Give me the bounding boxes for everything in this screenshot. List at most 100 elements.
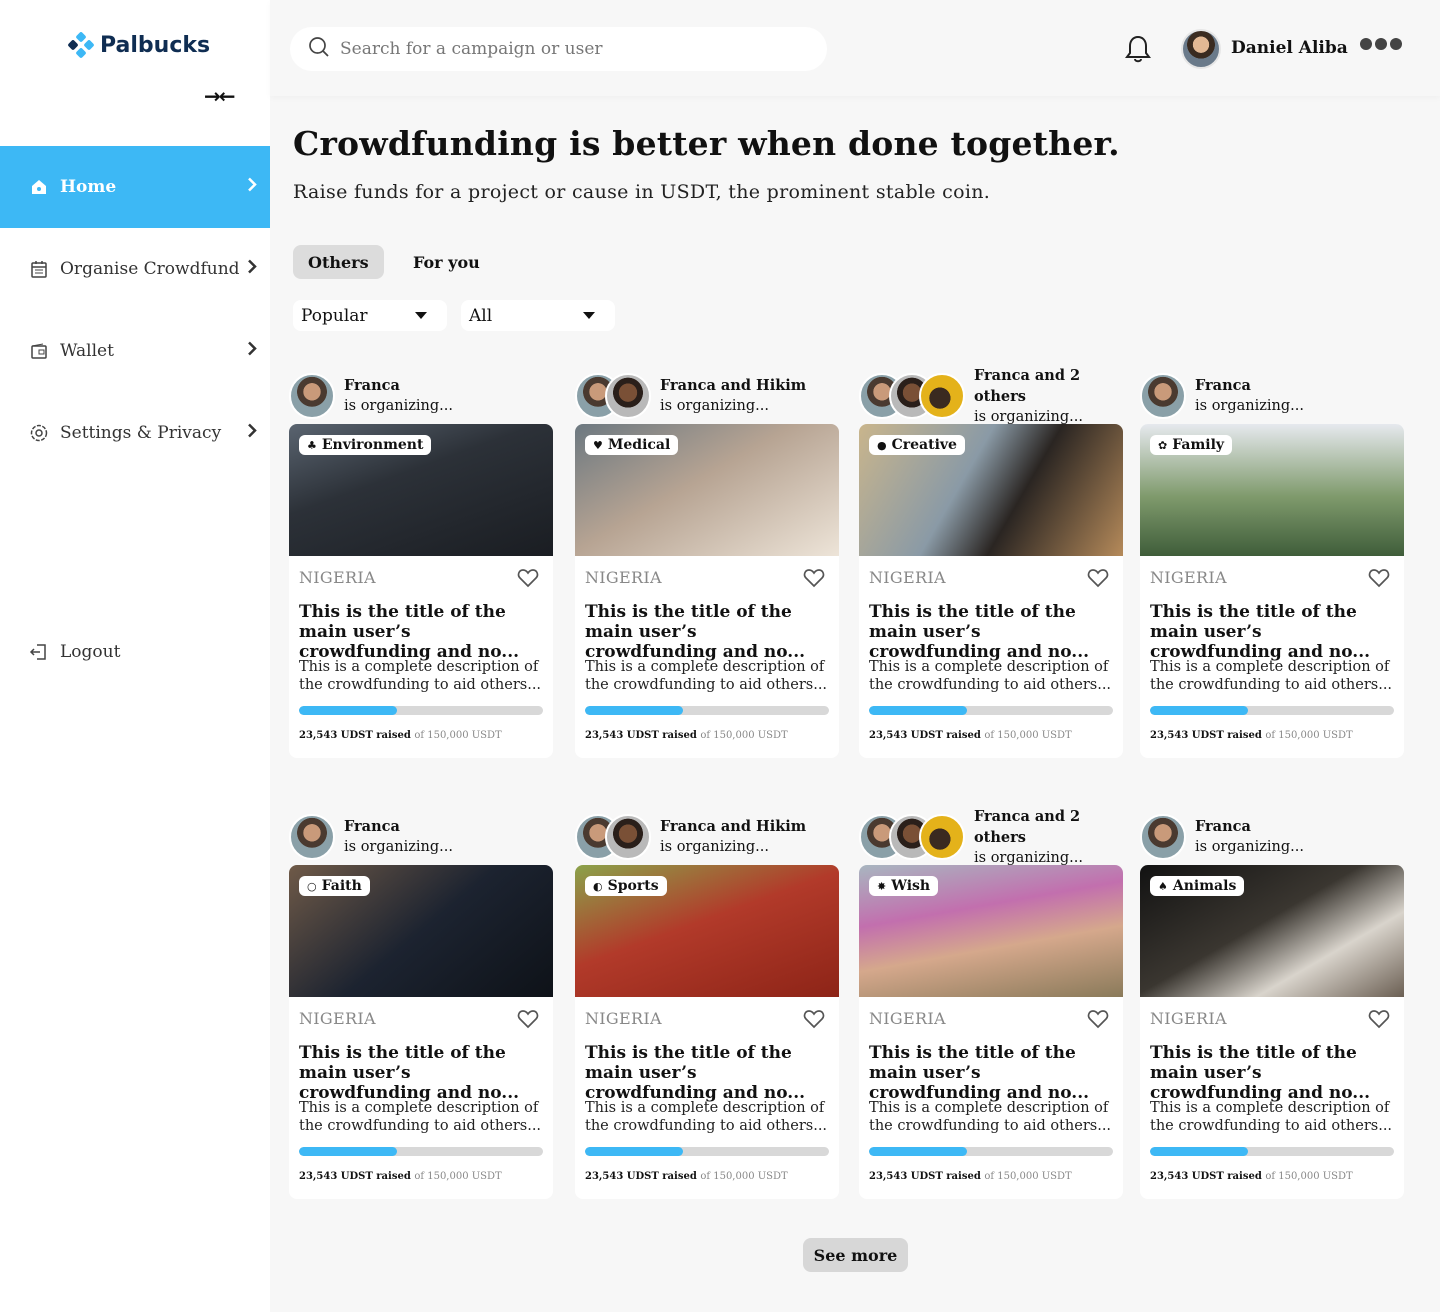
heart-icon[interactable]: [517, 1009, 539, 1033]
sidebar-item-settings-privacy[interactable]: Settings & Privacy: [0, 392, 270, 474]
search-icon: [308, 36, 330, 62]
search-box[interactable]: [290, 27, 827, 71]
campaign-card[interactable]: Franca is organizing... ♣ Environment NI…: [289, 368, 553, 758]
goal-value: of 150,000 USDT: [1265, 730, 1353, 741]
campaign-card[interactable]: Franca and Hikim is organizing... ♥ Medi…: [575, 368, 839, 758]
collapse-sidebar-button[interactable]: →←: [204, 84, 235, 108]
organizer-row: Franca and 2 others is organizing...: [859, 808, 1123, 866]
category-tag: ○ Faith: [299, 876, 370, 896]
sidebar-item-label: Wallet: [60, 341, 114, 361]
organizer-avatar: [919, 814, 965, 860]
campaign-title[interactable]: This is the title of the main user’s cro…: [869, 602, 1117, 662]
goal-value: of 150,000 USDT: [700, 1171, 788, 1182]
campaign-country: NIGERIA: [1150, 568, 1227, 587]
campaign-card-body[interactable]: ✸ Wish NIGERIA This is the title of the …: [859, 865, 1123, 1199]
bell-icon[interactable]: [1125, 34, 1151, 68]
campaign-title[interactable]: This is the title of the main user’s cro…: [299, 1043, 547, 1103]
heart-icon[interactable]: [1087, 1009, 1109, 1033]
heart-icon[interactable]: [1368, 568, 1390, 592]
caret-down-icon: [583, 312, 595, 319]
sidebar-item-wallet[interactable]: Wallet: [0, 310, 270, 392]
page-subtitle: Raise funds for a project or cause in US…: [293, 181, 991, 203]
campaign-country: NIGERIA: [869, 568, 946, 587]
user-name[interactable]: Daniel Aliba: [1231, 38, 1348, 58]
goal-value: of 150,000 USDT: [984, 1171, 1072, 1182]
category-tag: ◐ Sports: [585, 876, 667, 896]
campaign-country: NIGERIA: [869, 1009, 946, 1028]
heart-icon[interactable]: [803, 1009, 825, 1033]
heart-icon[interactable]: [1087, 568, 1109, 592]
raised-amount: 23,543 UDST raised of 150,000 USDT: [1150, 1171, 1353, 1182]
campaign-card[interactable]: Franca and 2 others is organizing... ● C…: [859, 366, 1123, 758]
campaign-title[interactable]: This is the title of the main user’s cro…: [585, 602, 833, 662]
organizer-avatars: [575, 814, 651, 860]
sidebar-item-organise-crowdfund[interactable]: Organise Crowdfund: [0, 228, 270, 310]
campaign-card-body[interactable]: ● Creative NIGERIA This is the title of …: [859, 424, 1123, 758]
goal-value: of 150,000 USDT: [700, 730, 788, 741]
user-avatar[interactable]: [1181, 29, 1221, 69]
campaign-card[interactable]: Franca and 2 others is organizing... ✸ W…: [859, 808, 1123, 1199]
organizer-avatars: [289, 373, 335, 419]
campaign-country: NIGERIA: [585, 1009, 662, 1028]
campaign-card-body[interactable]: ♣ Environment NIGERIA This is the title …: [289, 424, 553, 758]
organizer-name: Franca: [344, 377, 400, 394]
campaign-description: This is a complete description of the cr…: [869, 1100, 1112, 1134]
organizing-label: is organizing...: [660, 398, 769, 414]
heart-icon[interactable]: [803, 568, 825, 592]
logo[interactable]: Palbucks: [68, 32, 210, 58]
goal-value: of 150,000 USDT: [414, 730, 502, 741]
campaign-title[interactable]: This is the title of the main user’s cro…: [869, 1043, 1117, 1103]
campaign-title[interactable]: This is the title of the main user’s cro…: [585, 1043, 833, 1103]
heart-icon[interactable]: [517, 568, 539, 592]
more-options-icon[interactable]: [1360, 38, 1402, 50]
progress-bar-fill: [1150, 1147, 1248, 1156]
logout-button[interactable]: Logout: [0, 611, 270, 693]
campaign-image: ◐ Sports: [575, 865, 839, 997]
search-input[interactable]: [340, 39, 810, 59]
category-label: Medical: [607, 437, 671, 453]
organizer-avatars: [859, 373, 965, 419]
goal-value: of 150,000 USDT: [1265, 1171, 1353, 1182]
heart-icon[interactable]: [1368, 1009, 1390, 1033]
raised-amount: 23,543 UDST raised of 150,000 USDT: [1150, 730, 1353, 741]
campaign-card-body[interactable]: ♠ Animals NIGERIA This is the title of t…: [1140, 865, 1404, 1199]
organizer-row: Franca and 2 others is organizing...: [859, 366, 1123, 425]
see-more-button[interactable]: See more: [803, 1238, 908, 1272]
sort-dropdown[interactable]: Popular: [293, 300, 447, 331]
campaign-title[interactable]: This is the title of the main user’s cro…: [299, 602, 547, 662]
organizing-label: is organizing...: [1195, 839, 1304, 855]
organizer-row: Franca and Hikim is organizing...: [575, 809, 839, 865]
progress-bar-fill: [1150, 706, 1248, 715]
organizer-row: Franca is organizing...: [1140, 368, 1404, 424]
home-icon: [28, 176, 50, 198]
organizing-label: is organizing...: [344, 839, 453, 855]
campaign-card-body[interactable]: ◐ Sports NIGERIA This is the title of th…: [575, 865, 839, 1199]
raised-amount: 23,543 UDST raised of 150,000 USDT: [869, 1171, 1072, 1182]
app-name: Palbucks: [100, 32, 211, 58]
campaign-card[interactable]: Franca and Hikim is organizing... ◐ Spor…: [575, 809, 839, 1199]
tab-others[interactable]: Others: [293, 245, 384, 279]
campaign-card-body[interactable]: ○ Faith NIGERIA This is the title of the…: [289, 865, 553, 1199]
sidebar-item-label: Settings & Privacy: [60, 423, 222, 443]
campaign-card[interactable]: Franca is organizing... ♠ Animals NIGERI…: [1140, 809, 1404, 1199]
progress-bar-fill: [869, 706, 967, 715]
campaign-description: This is a complete description of the cr…: [299, 659, 542, 693]
category-label: Faith: [321, 878, 362, 894]
campaign-card[interactable]: Franca is organizing... ✿ Family NIGERIA…: [1140, 368, 1404, 758]
organizing-label: is organizing...: [660, 839, 769, 855]
campaign-title[interactable]: This is the title of the main user’s cro…: [1150, 1043, 1398, 1103]
campaign-card[interactable]: Franca is organizing... ○ Faith NIGERIA …: [289, 809, 553, 1199]
organizer-text: Franca is organizing...: [344, 816, 453, 858]
campaign-title[interactable]: This is the title of the main user’s cro…: [1150, 602, 1398, 662]
organizer-name: Franca and Hikim: [660, 818, 807, 835]
category-filter-dropdown[interactable]: All: [461, 300, 615, 331]
category-label: Family: [1172, 437, 1225, 453]
tab-for-you[interactable]: For you: [398, 245, 495, 279]
organizer-text: Franca is organizing...: [344, 375, 453, 417]
sidebar-item-home[interactable]: Home: [0, 146, 270, 228]
organizing-label: is organizing...: [344, 398, 453, 414]
raised-value: 23,543 UDST raised: [299, 1171, 411, 1182]
campaign-card-body[interactable]: ♥ Medical NIGERIA This is the title of t…: [575, 424, 839, 758]
organizer-name: Franca and 2 others: [974, 366, 1081, 405]
campaign-card-body[interactable]: ✿ Family NIGERIA This is the title of th…: [1140, 424, 1404, 758]
